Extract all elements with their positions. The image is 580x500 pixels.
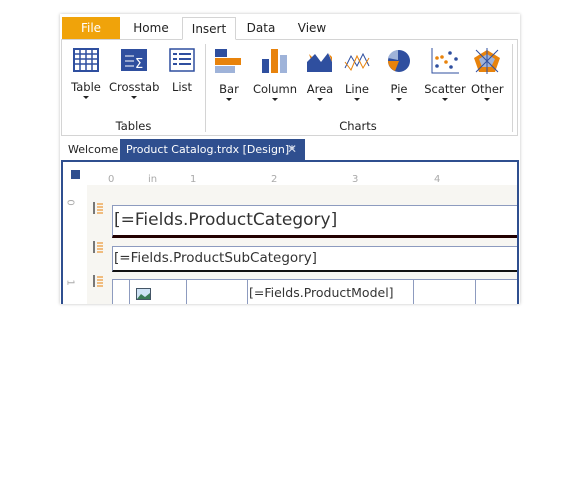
ruler-unit: in (148, 174, 158, 185)
line-chart-button[interactable]: Line (342, 48, 372, 101)
dropdown-arrow-icon (272, 98, 278, 101)
vruler-mark: 1 (64, 279, 76, 286)
model-field: [=Fields.ProductModel] (249, 285, 394, 300)
tab-view[interactable]: View (290, 17, 334, 39)
close-tab-icon[interactable]: ✕ (287, 139, 297, 160)
other-chart-button[interactable]: Other (471, 48, 504, 101)
list-label: List (171, 80, 193, 94)
column-chart-icon (262, 49, 287, 73)
pie-chart-button[interactable]: Pie (384, 48, 414, 101)
report-canvas: [=Fields.ProductCategory] [=Fields.Produ… (87, 185, 517, 304)
select-all-icon[interactable] (71, 170, 80, 179)
line-label: Line (345, 82, 369, 96)
list-icon (169, 48, 195, 72)
line-chart-icon (344, 52, 370, 71)
subcategory-field: [=Fields.ProductSubCategory] (114, 250, 317, 266)
tables-group-label: Tables (115, 119, 152, 133)
cell-divider (186, 280, 187, 304)
tab-file[interactable]: File (62, 17, 120, 39)
table-icon (73, 48, 99, 72)
area-chart-button[interactable]: Area (304, 48, 336, 101)
dropdown-arrow-icon (131, 96, 137, 99)
dropdown-arrow-icon (484, 98, 490, 101)
subcategory-textbox[interactable]: [=Fields.ProductSubCategory] (112, 246, 517, 272)
dropdown-arrow-icon (396, 98, 402, 101)
picture-icon[interactable] (136, 288, 151, 300)
cell-divider (129, 280, 130, 304)
bar-chart-button[interactable]: Bar (212, 48, 246, 101)
other-label: Other (471, 82, 504, 96)
cell-divider (475, 280, 476, 304)
detail-icon (93, 275, 103, 287)
scatter-label: Scatter (424, 82, 466, 96)
charts-group-label: Charts (339, 119, 377, 133)
radar-chart-icon (474, 48, 500, 74)
category-field: [=Fields.ProductCategory] (114, 210, 338, 230)
scatter-chart-icon (431, 48, 459, 74)
crosstab-icon: Σ (121, 49, 147, 72)
pie-label: Pie (390, 82, 408, 96)
ruler-mark: 1 (190, 174, 197, 185)
table-button[interactable]: Table (68, 48, 104, 99)
ribbon-insert: Table Σ Crosstab List Tables Bar Column … (61, 39, 518, 136)
report-designer-window: File Home Insert Data View Table Σ Cross… (60, 14, 520, 304)
svg-text:Σ: Σ (135, 57, 143, 72)
detail-row: [=Fields.ProductModel] (112, 279, 517, 304)
ruler-mark: 0 (108, 174, 115, 185)
tab-data[interactable]: Data (240, 17, 282, 39)
ruler-mark: 3 (352, 174, 359, 185)
column-label: Column (252, 82, 298, 96)
model-textbox[interactable]: [=Fields.ProductModel] (247, 279, 414, 304)
crosstab-button[interactable]: Σ Crosstab (109, 48, 159, 99)
tab-insert[interactable]: Insert (182, 17, 236, 40)
list-button[interactable]: List (166, 48, 198, 94)
dropdown-arrow-icon (226, 98, 232, 101)
doc-tab-title: Product Catalog.trdx [Design]* (126, 143, 295, 156)
area-label: Area (306, 82, 334, 96)
ruler-mark: 2 (271, 174, 278, 185)
bar-label: Bar (219, 82, 239, 96)
crosstab-label: Crosstab (109, 80, 160, 94)
doc-tab-product-catalog[interactable]: Product Catalog.trdx [Design]* ✕ (120, 139, 305, 160)
scatter-chart-button[interactable]: Scatter (424, 48, 466, 101)
pie-chart-icon (388, 50, 410, 72)
dropdown-arrow-icon (317, 98, 323, 101)
group-divider (512, 44, 513, 132)
group-header-icon (93, 202, 103, 214)
dropdown-arrow-icon (354, 98, 360, 101)
design-surface: 0 in 1 2 3 4 0 1 [=Fields.ProductCategor… (61, 160, 519, 304)
table-label: Table (71, 80, 101, 94)
column-chart-button[interactable]: Column (252, 48, 298, 101)
bar-chart-icon (215, 49, 241, 73)
group-header-icon (93, 241, 103, 253)
tab-home[interactable]: Home (126, 17, 176, 39)
vruler-mark: 0 (64, 199, 76, 206)
dropdown-arrow-icon (83, 96, 89, 99)
doc-tab-welcome[interactable]: Welcome (68, 143, 118, 156)
area-chart-icon (307, 53, 332, 72)
category-textbox[interactable]: [=Fields.ProductCategory] (112, 205, 517, 238)
dropdown-arrow-icon (442, 98, 448, 101)
ruler-mark: 4 (434, 174, 441, 185)
